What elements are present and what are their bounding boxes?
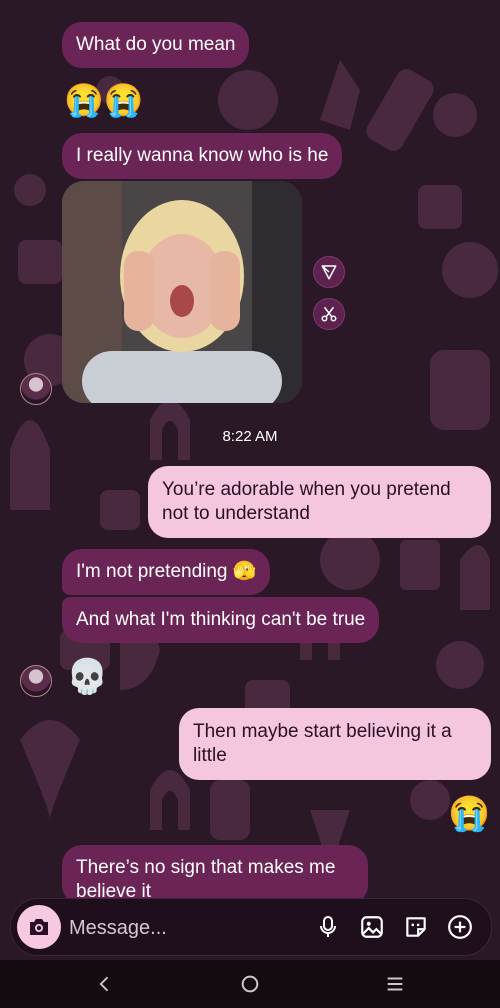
remix-icon [321,306,337,322]
message-composer [10,898,492,956]
message-text: Then maybe start believing it a little [193,721,452,766]
outgoing-emoji-message[interactable]: 😭 [448,793,490,835]
incoming-message[interactable]: I really wanna know who is he [62,133,343,179]
more-options-button[interactable] [445,912,475,942]
outgoing-message[interactable]: You’re adorable when you pretend not to … [148,466,491,538]
share-icon [321,265,337,280]
incoming-message[interactable]: And what I'm thinking can't be true [62,597,380,643]
plus-icon [448,915,472,939]
incoming-emoji-message[interactable]: 😭😭 [64,80,144,120]
nav-recents-button[interactable] [375,970,415,998]
system-navigation-bar [0,960,500,1008]
incoming-message[interactable]: There’s no sign that makes me believe it [62,845,368,905]
share-photo-button[interactable] [313,256,345,288]
photo-image [62,181,302,403]
recents-icon [387,977,403,991]
message-text: I really wanna know who is he [76,145,329,166]
camera-icon [30,919,48,935]
message-text: There’s no sign that makes me believe it [76,857,336,902]
sticker-icon [406,917,426,937]
message-emoji: 💀 [66,658,109,696]
home-icon [241,975,259,993]
incoming-message[interactable]: What do you mean [62,22,250,68]
outgoing-message[interactable]: Then maybe start believing it a little [179,708,491,780]
message-text: I'm not pretending 🫣 [76,561,257,582]
camera-button[interactable] [17,905,61,949]
avatar[interactable] [20,665,52,697]
nav-home-button[interactable] [230,970,270,998]
gallery-button[interactable] [357,912,387,942]
microphone-icon [320,916,336,937]
message-text: You’re adorable when you pretend not to … [162,479,451,524]
nav-back-button[interactable] [85,970,125,998]
message-emoji: 😭😭 [64,82,144,118]
shared-photo[interactable] [62,181,302,403]
back-icon [99,976,109,992]
avatar[interactable] [20,373,52,405]
voice-message-button[interactable] [313,912,343,942]
incoming-emoji-message[interactable]: 💀 [66,656,108,698]
incoming-message[interactable]: I'm not pretending 🫣 [62,549,271,595]
message-text: And what I'm thinking can't be true [76,609,366,630]
message-timestamp: 8:22 AM [222,428,278,445]
sticker-button[interactable] [401,912,431,942]
message-emoji: 😭 [448,795,491,833]
gallery-icon [361,916,383,938]
message-text: What do you mean [76,34,236,55]
message-input[interactable] [67,909,291,947]
remix-photo-button[interactable] [313,298,345,330]
